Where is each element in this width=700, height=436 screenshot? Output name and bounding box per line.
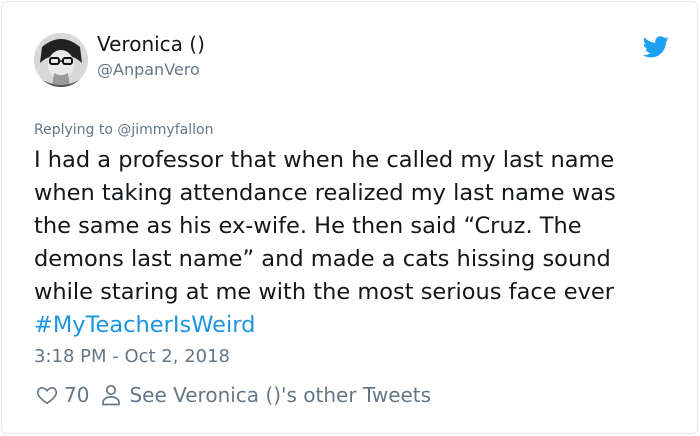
twitter-bird-icon[interactable]	[642, 36, 669, 58]
tweet-text-line: I had a professor that when he called my…	[34, 147, 615, 173]
tweet-text: I had a professor that when he called my…	[34, 144, 684, 342]
tweet-text-line: when taking attendance realized my last …	[34, 180, 616, 206]
hashtag-link[interactable]: #MyTeacherIsWeird	[34, 309, 684, 342]
like-count[interactable]: 70	[64, 383, 89, 407]
author-name[interactable]: Veronica ()	[97, 32, 205, 56]
heart-icon[interactable]	[36, 384, 58, 406]
tweet-text-line: while staring at me with the most seriou…	[34, 279, 615, 305]
tweet-timestamp[interactable]: 3:18 PM - Oct 2, 2018	[34, 346, 230, 367]
avatar[interactable]	[34, 33, 88, 87]
author-handle[interactable]: @AnpanVero	[97, 60, 200, 79]
tweet-actions: 70 See Veronica ()'s other Tweets	[36, 381, 431, 409]
replying-to[interactable]: Replying to @jimmyfallon	[34, 122, 213, 138]
person-icon[interactable]	[101, 384, 121, 406]
tweet-text-line: demons last name” and made a cats hissin…	[34, 246, 611, 272]
other-tweets-link[interactable]: See Veronica ()'s other Tweets	[129, 383, 431, 407]
tweet-text-line: the same as his ex-wife. He then said “C…	[34, 213, 582, 239]
tweet-card: Veronica () @AnpanVero Replying to @jimm…	[1, 1, 698, 434]
